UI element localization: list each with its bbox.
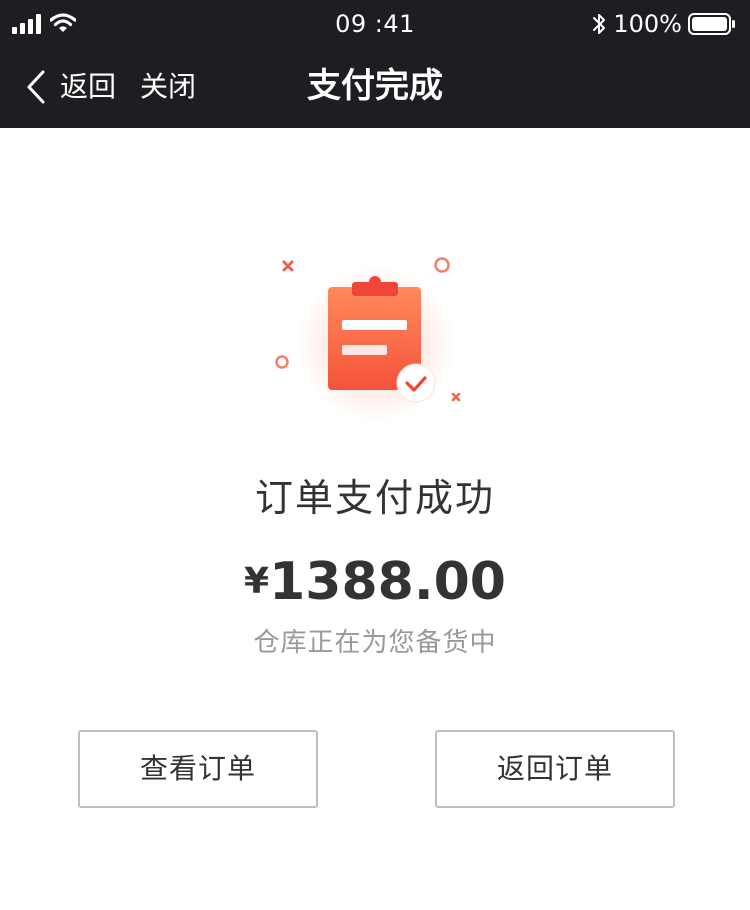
result-subtitle: 仓库正在为您备货中	[253, 628, 497, 658]
view-order-button[interactable]: 查看订单	[78, 730, 318, 808]
battery-percent: 100%	[613, 10, 682, 38]
status-right-group: 100%	[591, 9, 736, 39]
battery-icon	[688, 13, 735, 35]
result-title: 订单支付成功	[254, 476, 495, 520]
bluetooth-icon	[593, 14, 606, 34]
currency-symbol: ¥	[244, 561, 270, 602]
decor-cross-icon	[282, 260, 294, 272]
return-order-button[interactable]: 返回订单	[435, 730, 675, 808]
top-bar: 09 :41 100% 返回 关闭 支付完成	[0, 0, 750, 128]
page-title: 支付完成	[307, 66, 443, 106]
amount-value: 1388.00	[269, 552, 506, 612]
clipboard-check-icon	[275, 257, 461, 422]
payment-amount: ¥1388.00	[0, 548, 750, 616]
